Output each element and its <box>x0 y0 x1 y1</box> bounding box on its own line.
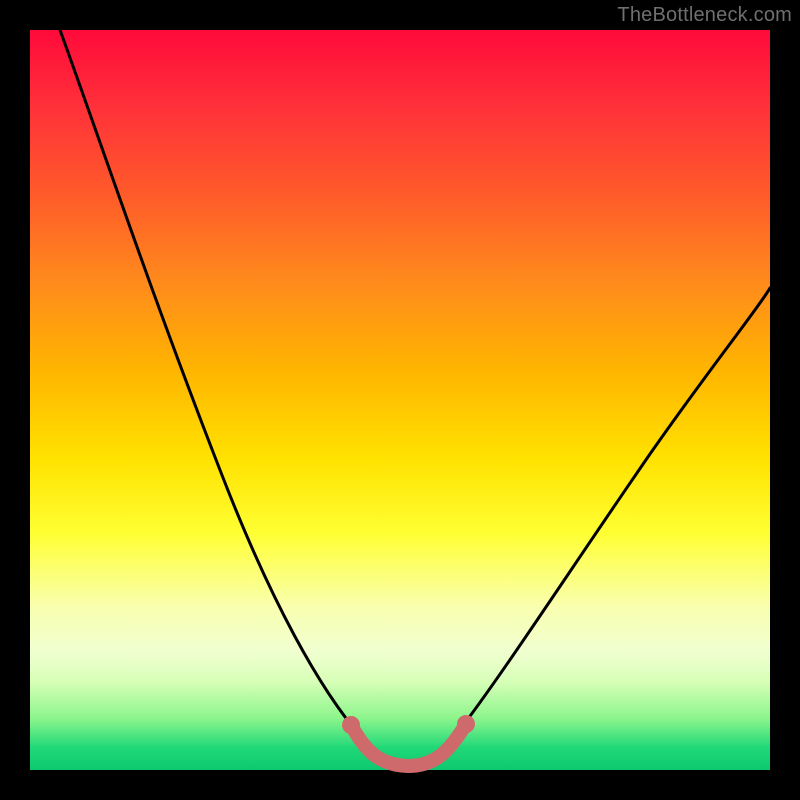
chart-svg <box>30 30 770 770</box>
black-curve <box>60 30 770 766</box>
plot-area <box>30 30 770 770</box>
watermark-text: TheBottleneck.com <box>617 4 792 27</box>
highlight-dot-left <box>342 716 360 734</box>
highlight-u-curve <box>351 724 466 766</box>
chart-frame: TheBottleneck.com <box>0 0 800 800</box>
highlight-dot-right <box>457 715 475 733</box>
